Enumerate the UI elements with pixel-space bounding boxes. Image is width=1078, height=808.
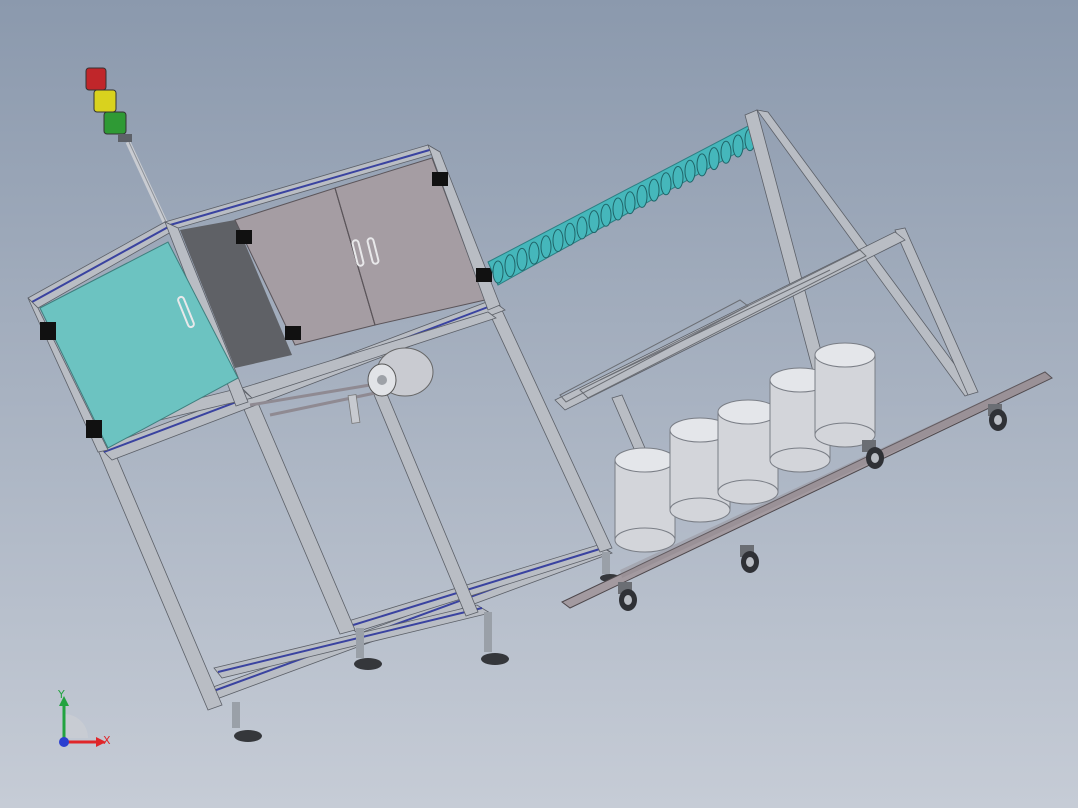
screw-flight [684, 159, 696, 183]
screw-flight [720, 140, 732, 164]
leveling-foot-1 [232, 702, 262, 742]
screw-flight [564, 222, 576, 246]
hinge-3 [236, 230, 252, 244]
caster-2[interactable] [740, 545, 759, 573]
caster-4[interactable] [988, 404, 1007, 431]
screw-flight [732, 134, 744, 158]
screw-flight [672, 166, 684, 189]
cylinder-rack-cart[interactable] [554, 109, 1053, 611]
screw-flight [660, 172, 672, 196]
cylinder-5 [814, 342, 876, 448]
screw-flight [528, 241, 540, 265]
screw-flight [636, 184, 648, 208]
x-axis-label: X [103, 734, 111, 747]
screw-flight [648, 178, 660, 202]
caster-1[interactable] [618, 582, 637, 611]
upright-front-right [239, 395, 356, 635]
coordinate-triad[interactable]: Y X [57, 688, 111, 747]
hinge-2 [86, 420, 102, 438]
y-axis-label: Y [57, 688, 65, 701]
signal-tower-pole [125, 140, 168, 224]
cad-viewport[interactable]: Y X [0, 0, 1078, 808]
screw-flight [588, 210, 600, 234]
screw-flight [600, 203, 612, 227]
screw-flight [492, 260, 504, 284]
screw-flight [624, 191, 636, 215]
signal-tower-base [118, 134, 132, 142]
z-axis-dot [59, 737, 69, 747]
screw-flight [516, 247, 528, 271]
cylinder-1 [614, 447, 676, 553]
screw-flight [552, 229, 564, 252]
signal-lamp-red [85, 67, 107, 91]
hinge-6 [476, 268, 492, 282]
upright-back-right [487, 305, 613, 553]
screw-flight [576, 216, 588, 240]
hinge-5 [432, 172, 448, 186]
hinge-1 [40, 322, 56, 340]
screw-flight [504, 254, 516, 278]
leveling-foot-3 [481, 612, 509, 665]
signal-lamp-yellow [93, 89, 117, 113]
assembly-model-view[interactable]: Y X [0, 0, 1078, 808]
upright-front-left [97, 445, 223, 711]
machine-frame[interactable] [27, 144, 620, 742]
signal-lamp-green [103, 111, 127, 135]
hinge-4 [285, 326, 301, 340]
screw-flight [708, 147, 720, 171]
screw-flight [696, 153, 708, 177]
triad-arc [64, 714, 88, 738]
signal-tower[interactable] [85, 67, 168, 224]
screw-auger [487, 124, 761, 286]
screw-flight [612, 197, 624, 221]
screw-flight [540, 235, 552, 259]
upright-middle [369, 381, 479, 617]
cylinder-3 [717, 399, 779, 505]
screw-conveyor[interactable] [487, 124, 761, 286]
